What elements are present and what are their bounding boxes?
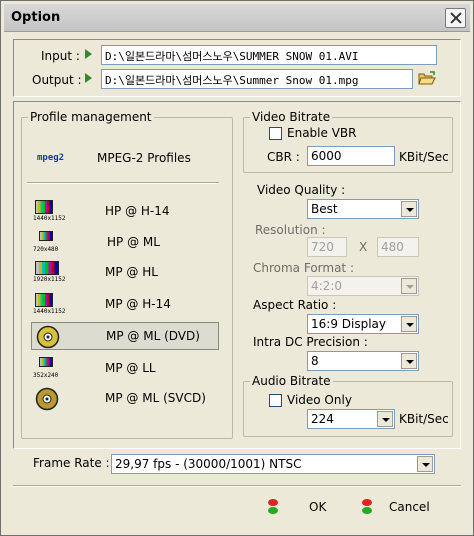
profile-item[interactable]: 1440x1152 HP @ H-14 xyxy=(31,198,219,226)
output-path-field[interactable]: D:\일본드라마\섬머스노우\Summer Snow 01.mpg xyxy=(101,69,413,89)
dvd-disc-icon xyxy=(36,325,60,349)
video-quality-select[interactable]: Best xyxy=(307,199,419,219)
ok-button[interactable]: OK xyxy=(259,495,339,519)
cbr-input[interactable]: 6000 xyxy=(307,146,395,166)
title-bar[interactable]: Option xyxy=(4,4,470,32)
enable-vbr-checkbox[interactable] xyxy=(269,127,282,140)
close-button[interactable] xyxy=(445,8,466,28)
chevron-down-icon[interactable] xyxy=(401,278,417,294)
profile-separator xyxy=(27,182,219,184)
input-label: Input : xyxy=(41,49,80,63)
audio-unit-label: KBit/Sec xyxy=(399,412,449,426)
enable-vbr-label: Enable VBR xyxy=(287,126,357,140)
intra-dc-precision-label: Intra DC Precision : xyxy=(253,335,368,349)
profile-item-label: MP @ ML (SVCD) xyxy=(105,391,206,405)
profile-item[interactable]: 1440x1152 MP @ H-14 xyxy=(31,291,219,319)
resolution-width-input[interactable]: 720 xyxy=(307,237,347,257)
option-window: Option Input : D:\일본드라마\섬머스노우\SUMMER SNO… xyxy=(0,0,474,536)
profile-item[interactable]: 1920x1152 MP @ HL xyxy=(31,259,219,287)
colorbars-icon xyxy=(39,231,53,241)
chroma-format-select[interactable]: 4:2:0 xyxy=(307,276,419,296)
audio-bitrate-title: Audio Bitrate xyxy=(250,374,333,388)
profile-item[interactable]: MP @ ML (SVCD) xyxy=(31,385,219,413)
aspect-ratio-label: Aspect Ratio : xyxy=(253,298,337,312)
profile-item-label: MP @ HL xyxy=(105,265,158,279)
colorbars-icon xyxy=(39,357,53,367)
profile-item-label: MP @ ML (DVD) xyxy=(106,329,200,343)
chevron-down-icon[interactable] xyxy=(401,201,417,217)
ok-button-label: OK xyxy=(309,500,327,514)
profile-item[interactable]: 352x240 MP @ LL xyxy=(31,355,219,383)
input-path-field[interactable]: D:\일본드라마\섬머스노우\SUMMER SNOW 01.AVI xyxy=(101,45,437,65)
chevron-down-icon[interactable] xyxy=(417,456,433,472)
colorbars-icon xyxy=(35,200,53,214)
chevron-down-icon[interactable] xyxy=(401,316,417,332)
intra-dc-precision-select[interactable]: 8 xyxy=(307,351,419,371)
colorbars-icon xyxy=(35,293,53,307)
chevron-down-icon[interactable] xyxy=(377,411,393,427)
mpeg2-logo: mpeg2 xyxy=(37,153,65,163)
bottom-separator xyxy=(13,485,461,487)
output-label: Output : xyxy=(32,73,82,87)
mpeg2-profiles-label: MPEG-2 Profiles xyxy=(97,151,191,165)
video-only-checkbox[interactable] xyxy=(269,394,282,407)
traffic-light-icon xyxy=(267,499,279,515)
video-quality-label: Video Quality : xyxy=(257,183,346,197)
input-arrow-icon xyxy=(85,49,92,59)
svcd-disc-icon xyxy=(35,387,59,411)
audio-bitrate-select[interactable]: 224 xyxy=(307,409,395,429)
resolution-label: Resolution : xyxy=(255,223,326,237)
folder-open-icon[interactable] xyxy=(418,71,436,86)
traffic-light-icon xyxy=(361,499,373,515)
cancel-button[interactable]: Cancel xyxy=(353,495,449,519)
output-arrow-icon xyxy=(85,73,92,83)
profile-item[interactable]: 720x480 HP @ ML xyxy=(31,229,219,257)
profile-management-title: Profile management xyxy=(28,110,154,124)
profile-item-label: MP @ LL xyxy=(105,361,156,375)
frame-rate-select[interactable]: 29,97 fps - (30000/1001) NTSC xyxy=(111,454,435,474)
cbr-unit-label: KBit/Sec xyxy=(399,150,449,164)
aspect-ratio-select[interactable]: 16:9 Display xyxy=(307,314,419,334)
chroma-format-label: Chroma Format : xyxy=(253,261,354,275)
profile-item-label: HP @ H-14 xyxy=(105,204,170,218)
window-title: Option xyxy=(11,10,61,25)
colorbars-icon xyxy=(35,261,59,275)
cancel-button-label: Cancel xyxy=(389,500,430,514)
frame-rate-label: Frame Rate : xyxy=(33,456,110,470)
profile-item-label: HP @ ML xyxy=(107,235,160,249)
chevron-down-icon[interactable] xyxy=(401,353,417,369)
resolution-height-input[interactable]: 480 xyxy=(377,237,419,257)
video-only-label: Video Only xyxy=(287,393,352,407)
video-bitrate-title: Video Bitrate xyxy=(250,110,333,124)
resolution-x-label: X xyxy=(359,240,368,254)
profile-item-selected[interactable]: MP @ ML (DVD) xyxy=(31,322,219,350)
profile-item-label: MP @ H-14 xyxy=(105,297,171,311)
cbr-label: CBR : xyxy=(267,150,300,164)
